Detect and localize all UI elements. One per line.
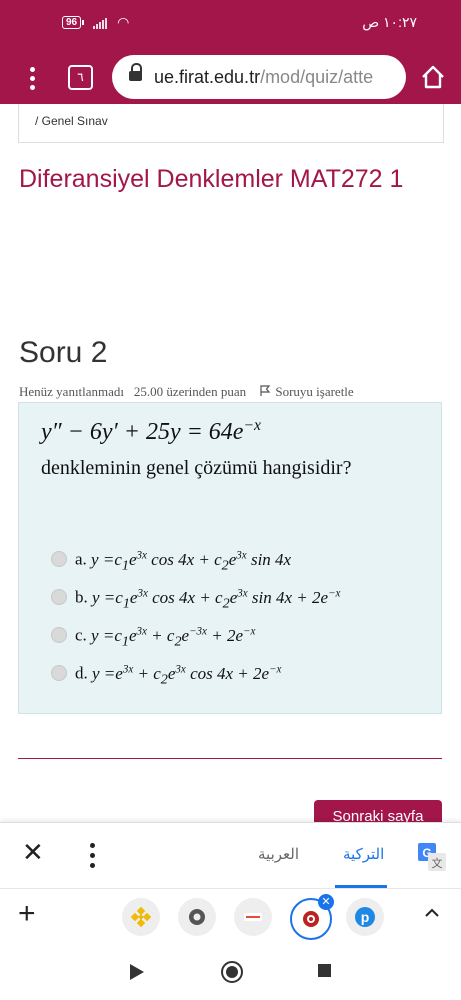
- answer-letter: b.: [75, 587, 88, 607]
- wifi-icon: ◠: [117, 14, 130, 30]
- lock-icon: [129, 63, 142, 81]
- breadcrumb: / Genel Sınav: [18, 104, 444, 143]
- tab-arabic[interactable]: العربية: [258, 845, 299, 863]
- flag-question-link[interactable]: Soruyu işaretle: [275, 384, 353, 399]
- p-app-icon[interactable]: p: [346, 898, 384, 936]
- answer-formula: y =c1e3x + c2e−3x + 2e−x: [91, 625, 256, 650]
- active-tab-icon[interactable]: ✕: [290, 894, 334, 940]
- question-equation: y″ − 6y′ + 25y = 64e−x: [41, 417, 261, 445]
- radio-button[interactable]: [51, 626, 67, 643]
- back-icon[interactable]: [130, 964, 144, 980]
- question-text: denkleminin genel çözümü hangisidir?: [41, 457, 352, 479]
- close-tab-icon[interactable]: ✕: [318, 894, 334, 910]
- divider: [18, 758, 442, 759]
- battery-indicator: 96: [62, 16, 85, 29]
- answer-formula: y =c1e3x cos 4x + c2e3x sin 4x: [91, 549, 292, 574]
- translate-bar: ✕ العربية التركية G 文: [0, 822, 461, 889]
- radio-button[interactable]: [51, 588, 67, 605]
- binance-app-icon[interactable]: [122, 898, 160, 936]
- recent-apps-icon[interactable]: [318, 964, 331, 977]
- answer-letter: d.: [75, 663, 88, 683]
- question-points: 25.00 üzerinden puan: [133, 384, 247, 399]
- signal-icon: [93, 17, 108, 29]
- close-icon[interactable]: ✕: [22, 837, 44, 868]
- url-path: /mod/quiz/atte: [260, 67, 374, 87]
- radio-button[interactable]: [51, 550, 67, 567]
- url-host: ue.firat.edu.tr: [154, 67, 261, 87]
- chrome-tab-icon[interactable]: [178, 898, 216, 936]
- status-bar: 96 ◠ ١٠:٢٧ ص: [0, 0, 461, 52]
- answer-option-b[interactable]: b. y =c1e3x cos 4x + c2e3x sin 4x + 2e−x: [51, 587, 340, 612]
- answer-letter: a.: [75, 549, 87, 569]
- system-nav-bar: [0, 944, 461, 1000]
- question-heading: Soru 2: [19, 336, 108, 369]
- answer-option-c[interactable]: c. y =c1e3x + c2e−3x + 2e−x: [51, 625, 255, 650]
- browser-menu-icon[interactable]: [22, 64, 42, 92]
- chevron-up-icon[interactable]: [424, 905, 440, 921]
- svg-text:文: 文: [432, 856, 443, 870]
- svg-text:p: p: [361, 909, 370, 925]
- browser-tabs-bar: + ✕ p: [0, 888, 461, 945]
- answer-option-a[interactable]: a. y =c1e3x cos 4x + c2e3x sin 4x: [51, 549, 291, 574]
- question-info: Henüz yanıtlanmadı 25.00 üzerinden puan …: [19, 384, 354, 400]
- google-translate-icon: G 文: [418, 843, 446, 871]
- tab-turkish[interactable]: التركية: [343, 845, 384, 863]
- question-content: y″ − 6y′ + 25y = 64e−x denkleminin genel…: [18, 402, 442, 714]
- new-tab-icon[interactable]: +: [18, 897, 36, 931]
- translate-menu-icon[interactable]: [86, 841, 98, 871]
- browser-toolbar: ٦ ue.firat.edu.tr/mod/quiz/atte: [0, 52, 461, 104]
- home-button-icon[interactable]: [221, 961, 243, 983]
- answer-option-d[interactable]: d. y =e3x + c2e3x cos 4x + 2e−x: [51, 663, 281, 688]
- breadcrumb-link[interactable]: / Genel Sınav: [35, 114, 108, 128]
- address-bar[interactable]: ue.firat.edu.tr/mod/quiz/atte: [112, 55, 406, 99]
- question-status: Henüz yanıtlanmadı: [19, 384, 125, 399]
- site-tab-icon[interactable]: [234, 898, 272, 936]
- home-icon[interactable]: [420, 64, 446, 90]
- answer-letter: c.: [75, 625, 87, 645]
- radio-button[interactable]: [51, 664, 67, 681]
- answer-formula: y =c1e3x cos 4x + c2e3x sin 4x + 2e−x: [92, 587, 341, 612]
- tab-switcher-button[interactable]: ٦: [68, 65, 93, 90]
- answer-formula: y =e3x + c2e3x cos 4x + 2e−x: [92, 663, 282, 688]
- page-title: Diferansiyel Denklemler MAT272 1: [19, 165, 404, 193]
- clock: ١٠:٢٧ ص: [362, 14, 417, 30]
- flag-icon[interactable]: [259, 385, 271, 397]
